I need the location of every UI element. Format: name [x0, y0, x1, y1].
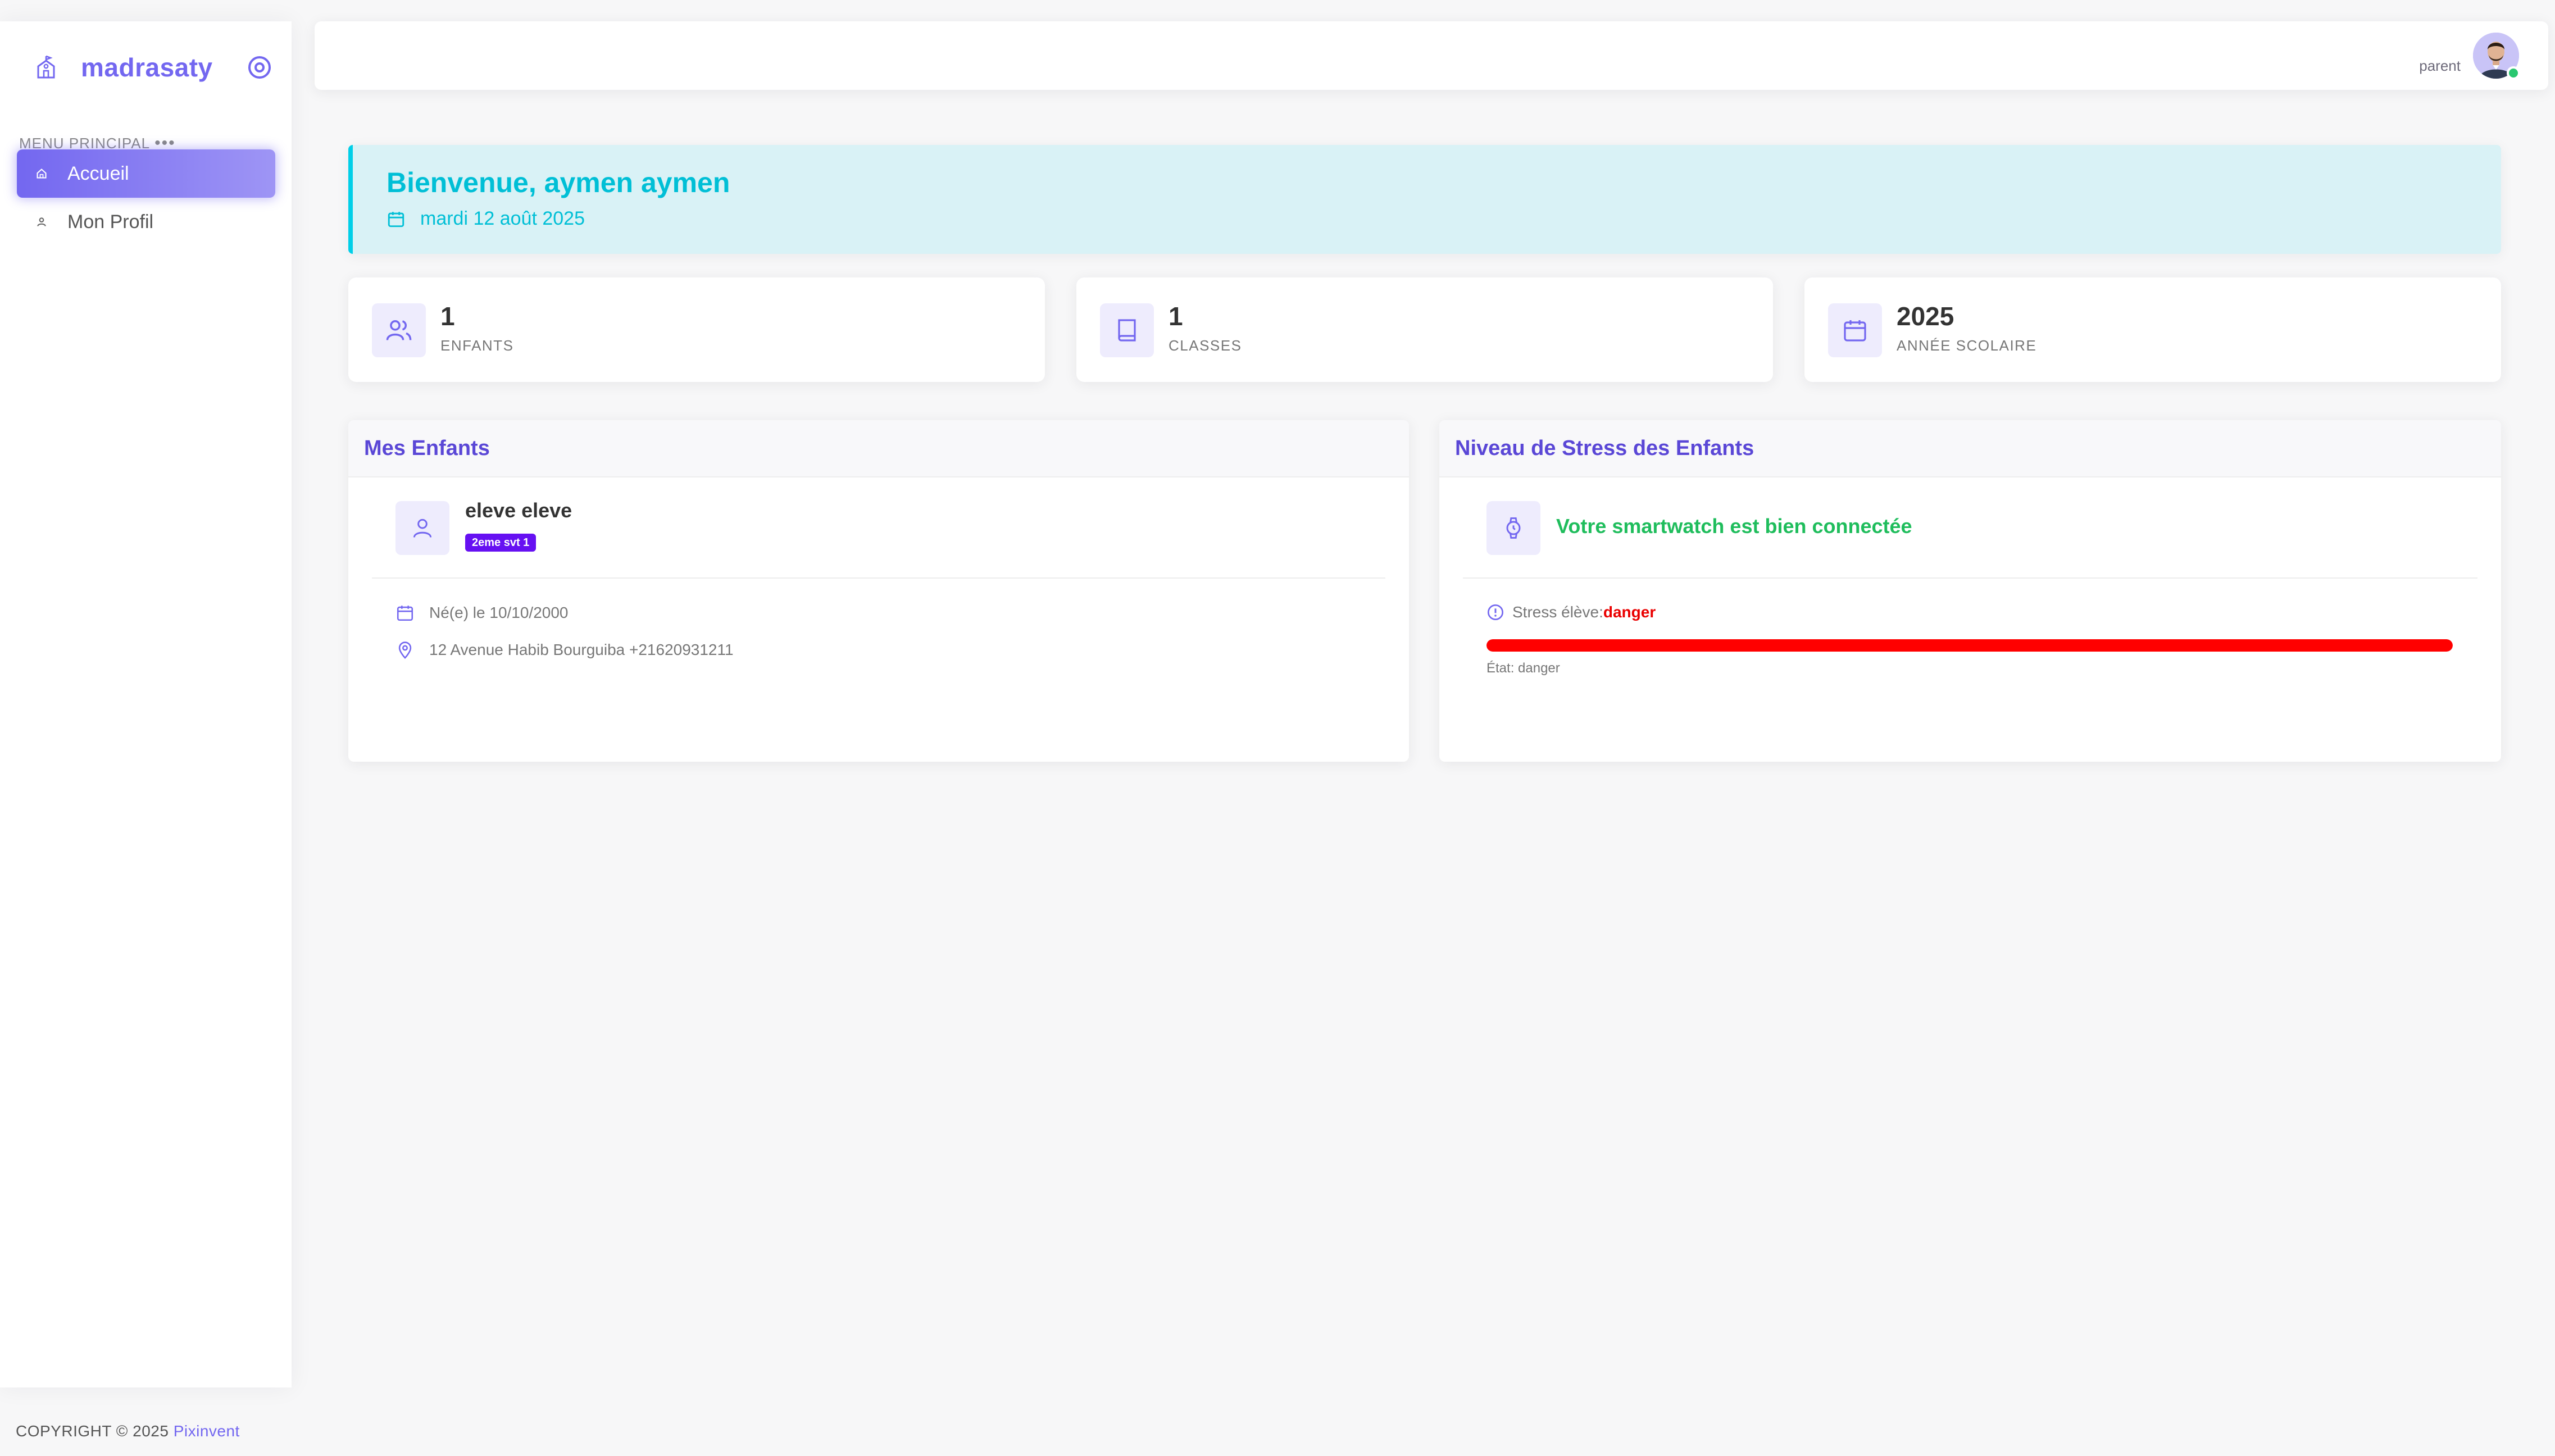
user-icon: [34, 214, 49, 230]
top-navbar: parent: [315, 21, 2548, 90]
brand[interactable]: madrasaty: [29, 45, 276, 90]
footer-copyright: COPYRIGHT © 2025: [16, 1422, 174, 1440]
children-panel: Mes Enfants eleve eleve 2eme svt 1 Né(e)…: [348, 420, 1409, 762]
stress-label: Stress élève:: [1512, 603, 1603, 621]
sidebar-item-label: Mon Profil: [67, 211, 154, 233]
panel-header: Niveau de Stress des Enfants: [1439, 420, 2501, 477]
sidebar-item-accueil[interactable]: Accueil: [17, 149, 275, 198]
divider: [1463, 577, 2477, 579]
stress-level: Stress élève: danger: [1486, 603, 1656, 621]
users-icon: [372, 303, 426, 357]
child-address: 12 Avenue Habib Bourguiba +21620931211: [395, 640, 734, 659]
sidebar: madrasaty MENU PRINCIPAL ••• Accueil Mon…: [0, 21, 292, 1387]
stress-value: danger: [1603, 603, 1656, 621]
stat-value: 2025: [1897, 302, 1954, 331]
stress-progress-bar: [1486, 639, 2453, 652]
panel-header: Mes Enfants: [348, 420, 1409, 477]
divider: [372, 577, 1385, 579]
home-icon: [34, 166, 49, 181]
stress-panel: Niveau de Stress des Enfants Votre smart…: [1439, 420, 2501, 762]
smartwatch-status: Votre smartwatch est bien connectée: [1556, 515, 1912, 538]
child-birth: Né(e) le 10/10/2000: [395, 603, 569, 622]
sidebar-item-label: Accueil: [67, 162, 129, 184]
stat-value: 1: [440, 302, 455, 331]
welcome-date: mardi 12 août 2025: [387, 208, 585, 230]
child-address-text: 12 Avenue Habib Bourguiba +21620931211: [429, 641, 734, 658]
calendar-icon: [395, 603, 415, 622]
user-role: parent: [2419, 57, 2461, 74]
brand-name: madrasaty: [81, 53, 213, 82]
calendar-icon: [1828, 303, 1882, 357]
panel-title: Mes Enfants: [364, 436, 490, 460]
book-icon: [1100, 303, 1154, 357]
sidebar-item-mon-profil[interactable]: Mon Profil: [17, 198, 275, 246]
welcome-date-text: mardi 12 août 2025: [420, 208, 585, 229]
stat-label: ANNÉE SCOLAIRE: [1897, 337, 2037, 354]
stat-card-classes: 1 CLASSES: [1076, 277, 1773, 382]
watch-icon: [1486, 501, 1540, 555]
stress-state: État: danger: [1486, 661, 1560, 676]
footer: COPYRIGHT © 2025 Pixinvent: [16, 1422, 240, 1440]
panel-title: Niveau de Stress des Enfants: [1455, 436, 1754, 460]
alert-circle-icon: [1486, 603, 1504, 621]
school-logo-icon: [29, 51, 63, 84]
stat-card-enfants: 1 ENFANTS: [348, 277, 1045, 382]
class-badge: 2eme svt 1: [465, 534, 537, 552]
calendar-icon: [387, 210, 406, 229]
welcome-banner: Bienvenue, aymen aymen mardi 12 août 202…: [348, 145, 2501, 254]
child-birth-text: Né(e) le 10/10/2000: [429, 604, 569, 621]
online-status-dot: [2507, 66, 2520, 80]
sidebar-toggle-icon[interactable]: [246, 54, 273, 81]
welcome-title: Bienvenue, aymen aymen: [387, 167, 730, 198]
footer-company-link[interactable]: Pixinvent: [174, 1422, 240, 1440]
map-pin-icon: [395, 640, 415, 659]
child-avatar-icon: [395, 501, 449, 555]
stress-progress-fill: [1486, 639, 2453, 652]
stat-label: ENFANTS: [440, 337, 514, 354]
stat-value: 1: [1169, 302, 1183, 331]
stat-label: CLASSES: [1169, 337, 1242, 354]
stat-card-annee-scolaire: 2025 ANNÉE SCOLAIRE: [1804, 277, 2501, 382]
child-name[interactable]: eleve eleve: [465, 499, 572, 522]
